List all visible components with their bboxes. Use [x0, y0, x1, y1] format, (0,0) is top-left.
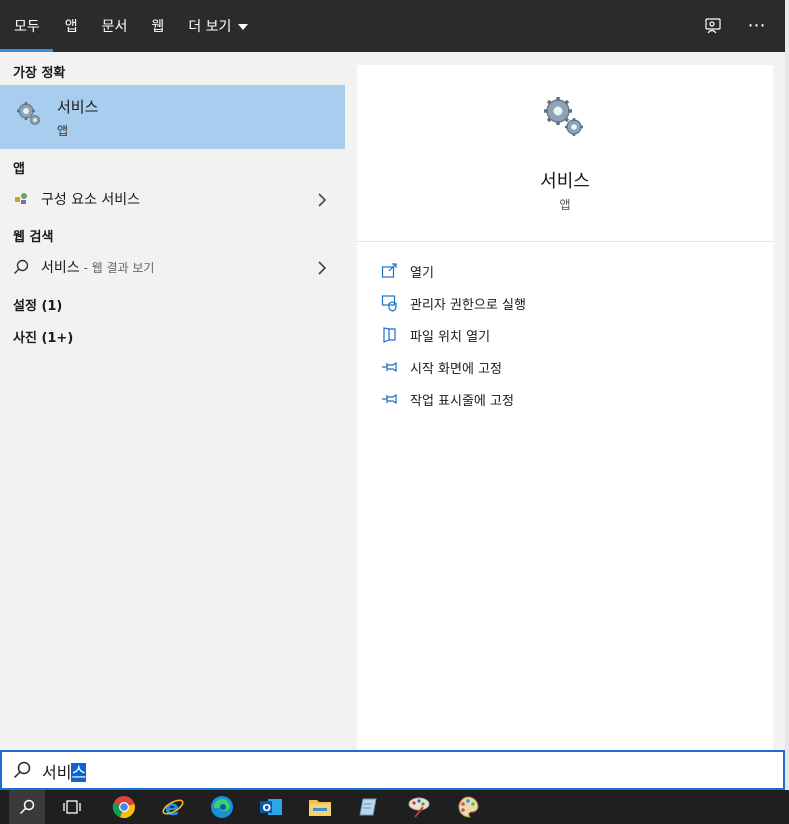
- file-explorer-icon[interactable]: [305, 793, 335, 821]
- search-selection: 스: [71, 763, 87, 782]
- tab-apps[interactable]: 앱: [53, 0, 90, 52]
- preview-title: 서비스: [540, 171, 590, 192]
- search-filter-bar: 모두 앱 문서 웹 더 보기 ⋯: [0, 0, 785, 52]
- best-match-title: 서비스: [57, 98, 99, 116]
- best-match-header: 가장 정확: [13, 66, 66, 81]
- app-result-component-services[interactable]: 구성 요소 서비스: [0, 183, 345, 215]
- search-box[interactable]: 서비스: [0, 750, 785, 790]
- pin-start-icon: [381, 358, 399, 376]
- ie-icon[interactable]: e: [158, 793, 188, 821]
- web-search-header: 웹 검색: [13, 230, 54, 245]
- action-pin-to-start[interactable]: 시작 화면에 고정: [381, 356, 502, 378]
- gear-icon: [16, 101, 42, 131]
- gear-icon: [542, 95, 586, 143]
- action-pin-to-taskbar[interactable]: 작업 표시줄에 고정: [381, 388, 514, 410]
- notepad-icon[interactable]: [354, 793, 384, 821]
- tab-web[interactable]: 웹: [139, 0, 176, 52]
- settings-header[interactable]: 설정 (1): [13, 295, 62, 314]
- web-result[interactable]: 서비스 - 웹 결과 보기: [0, 251, 345, 283]
- app-result-label: 구성 요소 서비스: [41, 192, 141, 208]
- best-match-subtitle: 앱: [57, 124, 69, 138]
- tab-all[interactable]: 모두: [0, 0, 53, 52]
- taskbar-search-button[interactable]: [9, 790, 45, 824]
- chevron-right-icon[interactable]: [317, 192, 327, 207]
- paint-icon[interactable]: [404, 793, 434, 821]
- web-result-label: 서비스: [41, 260, 80, 276]
- apps-header: 앱: [13, 162, 25, 177]
- best-match-item[interactable]: 서비스 앱: [0, 85, 345, 149]
- task-view-icon[interactable]: [58, 793, 88, 821]
- outlook-icon[interactable]: O: [256, 793, 286, 821]
- chrome-icon[interactable]: [109, 793, 139, 821]
- run-as-admin-icon: [381, 294, 399, 312]
- feedback-icon[interactable]: [703, 16, 723, 36]
- search-icon: [13, 761, 31, 783]
- action-open[interactable]: 열기: [381, 260, 434, 282]
- search-icon: [19, 799, 35, 815]
- file-location-icon: [381, 326, 399, 344]
- pin-taskbar-icon: [381, 390, 399, 408]
- palette-icon[interactable]: [453, 793, 483, 821]
- action-run-as-admin[interactable]: 관리자 권한으로 실행: [381, 292, 526, 314]
- component-services-icon: [13, 191, 29, 207]
- preview-subtitle: 앱: [559, 198, 571, 212]
- results-pane: 가장 정확 서비스 앱 앱 구성 요소 서비스 웹 검색 서비스 - 웹 결과 …: [0, 52, 345, 750]
- svg-text:O: O: [263, 803, 272, 814]
- svg-text:e: e: [165, 796, 179, 819]
- edge-icon[interactable]: [207, 793, 237, 821]
- preview-pane: 서비스 앱 열기 관리자 권한으로 실행 파일 위치 열기 시작 화면에 고정 …: [357, 65, 773, 750]
- taskbar: e O: [0, 790, 789, 824]
- tab-more[interactable]: 더 보기: [176, 0, 260, 52]
- more-options-icon[interactable]: ⋯: [747, 16, 767, 36]
- web-result-suffix: - 웹 결과 보기: [79, 261, 155, 275]
- filter-tabs: 모두 앱 문서 웹 더 보기: [0, 0, 260, 52]
- search-icon: [13, 259, 29, 275]
- action-open-file-location[interactable]: 파일 위치 열기: [381, 324, 490, 346]
- open-icon: [381, 262, 399, 280]
- search-input[interactable]: 서비스: [42, 759, 87, 783]
- photos-header[interactable]: 사진 (1+): [13, 327, 73, 346]
- tab-documents[interactable]: 문서: [90, 0, 140, 52]
- divider: [357, 241, 773, 242]
- chevron-down-icon: [238, 23, 249, 30]
- chevron-right-icon[interactable]: [317, 260, 327, 275]
